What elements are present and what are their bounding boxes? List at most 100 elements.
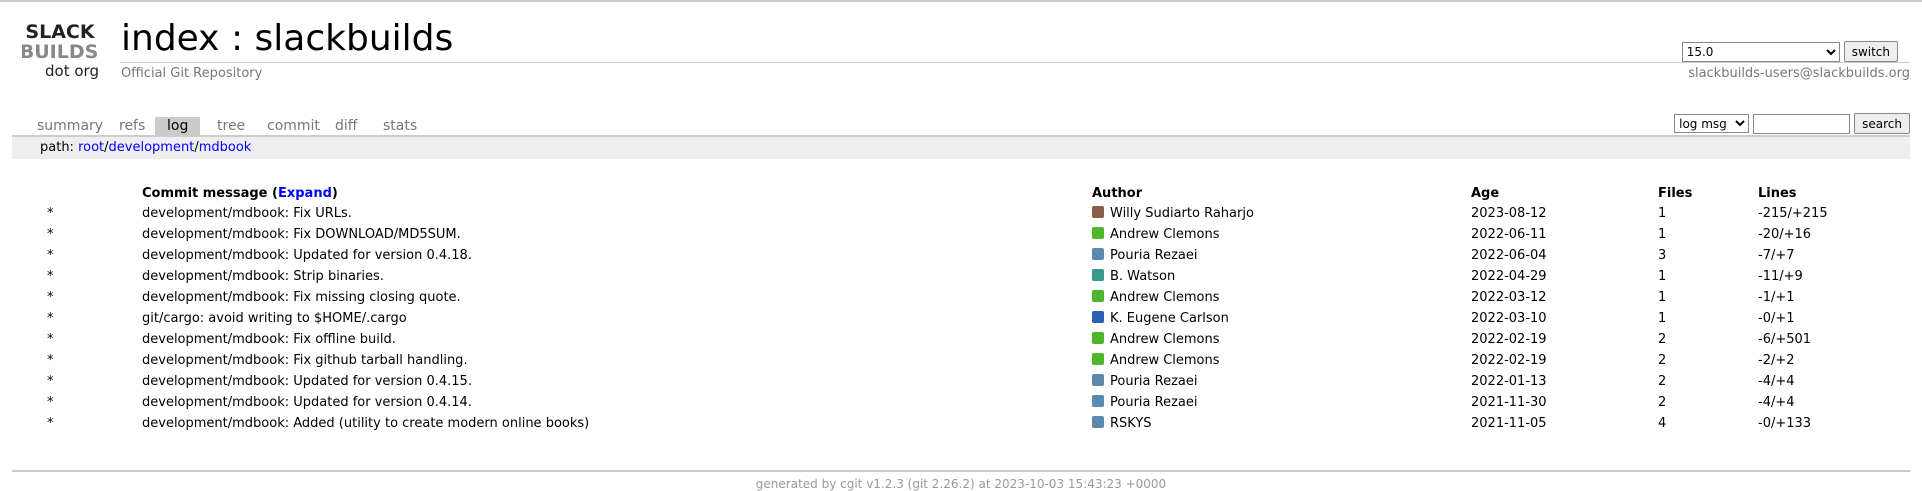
- avatar-icon: [1092, 416, 1104, 428]
- graph-column-header: [12, 183, 142, 203]
- table-row[interactable]: * development/mdbook: Fix URLs. Willy Sudi…: [12, 203, 1910, 224]
- graph-marker: *: [47, 416, 54, 431]
- commit-author: Andrew Clemons: [1110, 227, 1220, 242]
- commit-files: 2: [1658, 353, 1667, 368]
- tab-diff[interactable]: diff: [323, 117, 369, 135]
- commit-message-link[interactable]: git/cargo: avoid writing to $HOME/.cargo: [142, 311, 407, 326]
- avatar-icon: [1092, 395, 1104, 407]
- commit-author: Pouria Rezaei: [1110, 395, 1198, 410]
- branch-select[interactable]: 15.0: [1681, 41, 1840, 62]
- commit-lines: -7/+7: [1758, 248, 1795, 263]
- commit-message-link[interactable]: development/mdbook: Added (utility to cr…: [142, 416, 589, 431]
- avatar-icon: [1092, 206, 1104, 218]
- avatar-icon: [1092, 269, 1104, 281]
- title-separator: :: [219, 18, 255, 59]
- lines-column-header: Lines: [1758, 185, 1797, 201]
- commit-lines: -0/+1: [1758, 311, 1795, 326]
- commit-files: 1: [1658, 206, 1667, 221]
- commit-message-link[interactable]: development/mdbook: Updated for version …: [142, 248, 472, 263]
- commit-lines: -2/+2: [1758, 353, 1795, 368]
- tab-tree[interactable]: tree: [205, 117, 257, 135]
- slackbuilds-logo[interactable]: SLACK BUILDS dot org: [22, 20, 102, 80]
- table-row[interactable]: * development/mdbook: Strip binaries. B. W…: [12, 266, 1910, 287]
- commit-lines: -20/+16: [1758, 227, 1812, 242]
- commit-message-link[interactable]: development/mdbook: Fix URLs.: [142, 206, 352, 221]
- tab-refs[interactable]: refs: [107, 117, 157, 135]
- commit-author: Pouria Rezaei: [1110, 374, 1198, 389]
- author-column-header: Author: [1092, 185, 1143, 201]
- table-row[interactable]: * development/mdbook: Added (utility to c…: [12, 413, 1910, 434]
- logo-line-1: SLACK: [25, 21, 95, 43]
- graph-marker: *: [47, 374, 54, 389]
- table-row[interactable]: * development/mdbook: Updated for version…: [12, 371, 1910, 392]
- avatar-icon: [1092, 311, 1104, 323]
- table-row[interactable]: * development/mdbook: Fix github tarball …: [12, 350, 1910, 371]
- tab-commit[interactable]: commit: [255, 117, 332, 135]
- commit-message-link[interactable]: development/mdbook: Fix missing closing …: [142, 290, 461, 305]
- commit-author: RSKYS: [1110, 416, 1152, 431]
- commit-age: 2022-01-13: [1471, 374, 1547, 389]
- contact-email: slackbuilds-users@slackbuilds.org: [1688, 66, 1910, 81]
- expand-link[interactable]: Expand: [278, 186, 332, 201]
- commit-author: Pouria Rezaei: [1110, 248, 1198, 263]
- table-row[interactable]: * development/mdbook: Updated for version…: [12, 245, 1910, 266]
- commit-files: 3: [1658, 248, 1667, 263]
- tab-stats[interactable]: stats: [371, 117, 429, 135]
- commit-files: 1: [1658, 227, 1667, 242]
- search-button[interactable]: search: [1854, 113, 1910, 134]
- commit-files: 1: [1658, 290, 1667, 305]
- graph-marker: *: [47, 290, 54, 305]
- breadcrumb-development-link[interactable]: development: [109, 140, 195, 155]
- commit-age: 2022-02-19: [1471, 332, 1547, 347]
- commit-message-link[interactable]: development/mdbook: Updated for version …: [142, 395, 472, 410]
- graph-marker: *: [47, 227, 54, 242]
- footer: generated by cgit v1.2.3 (git 2.26.2) at…: [755, 477, 1167, 491]
- avatar-icon: [1092, 248, 1104, 260]
- commit-age: 2022-06-04: [1471, 248, 1547, 263]
- search-form: log msg search: [1674, 113, 1910, 134]
- commit-message-link[interactable]: development/mdbook: Fix github tarball h…: [142, 353, 468, 368]
- table-row[interactable]: * development/mdbook: Fix DOWNLOAD/MD5SUM…: [12, 224, 1910, 245]
- commit-age: 2021-11-30: [1471, 395, 1547, 410]
- search-input[interactable]: [1753, 113, 1851, 134]
- repo-name-link[interactable]: slackbuilds: [255, 18, 454, 59]
- commit-author: Andrew Clemons: [1110, 332, 1220, 347]
- tab-summary[interactable]: summary: [25, 117, 115, 135]
- commit-message-link[interactable]: development/mdbook: Updated for version …: [142, 374, 472, 389]
- graph-marker: *: [47, 311, 54, 326]
- table-row[interactable]: * development/mdbook: Fix offline build. A…: [12, 329, 1910, 350]
- table-row[interactable]: * git/cargo: avoid writing to $HOME/.carg…: [12, 308, 1910, 329]
- commit-age: 2022-02-19: [1471, 353, 1547, 368]
- graph-marker: *: [47, 269, 54, 284]
- subtitle-divider: [120, 62, 1910, 63]
- commit-author: K. Eugene Carlson: [1110, 311, 1229, 326]
- logo-line-3: dot org: [45, 62, 99, 80]
- table-header-row: Commit message (Expand) Author Age Files…: [12, 183, 1910, 203]
- breadcrumb-mdbook-link[interactable]: mdbook: [199, 140, 252, 155]
- commit-age: 2022-03-12: [1471, 290, 1547, 305]
- switch-button[interactable]: switch: [1843, 41, 1898, 62]
- commit-files: 1: [1658, 311, 1667, 326]
- commit-age: 2022-06-11: [1471, 227, 1547, 242]
- breadcrumb: path: root/development/mdbook: [12, 137, 1910, 159]
- message-header-label: Commit message (: [142, 185, 278, 201]
- index-link[interactable]: index: [121, 18, 220, 59]
- graph-marker: *: [47, 395, 54, 410]
- commit-message-link[interactable]: development/mdbook: Strip binaries.: [142, 269, 384, 284]
- search-mode-select[interactable]: log msg: [1674, 114, 1750, 133]
- table-row[interactable]: * development/mdbook: Updated for version…: [12, 392, 1910, 413]
- breadcrumb-root-link[interactable]: root: [78, 140, 104, 155]
- table-row[interactable]: * development/mdbook: Fix missing closing…: [12, 287, 1910, 308]
- commit-lines: -0/+133: [1758, 416, 1812, 431]
- graph-marker: *: [47, 248, 54, 263]
- commit-message-link[interactable]: development/mdbook: Fix DOWNLOAD/MD5SUM.: [142, 227, 461, 242]
- commit-message-link[interactable]: development/mdbook: Fix offline build.: [142, 332, 396, 347]
- commit-lines: -1/+1: [1758, 290, 1795, 305]
- branch-switch-form: 15.0 switch: [1681, 41, 1898, 62]
- commit-lines: -4/+4: [1758, 374, 1795, 389]
- commit-author: Andrew Clemons: [1110, 353, 1220, 368]
- commit-lines: -11/+9: [1758, 269, 1803, 284]
- logo-line-2: BUILDS: [22, 41, 98, 63]
- commit-author: Willy Sudiarto Raharjo: [1110, 206, 1254, 221]
- tab-log[interactable]: log: [155, 117, 201, 135]
